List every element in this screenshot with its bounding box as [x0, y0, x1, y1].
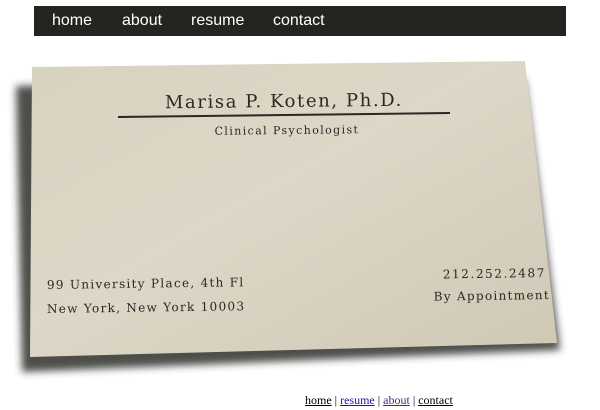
footer-about-link[interactable]: about: [383, 393, 410, 407]
business-card-image: Marisa P. Koten, Ph.D. Clinical Psycholo…: [16, 61, 560, 372]
card-title: Clinical Psychologist: [215, 123, 360, 138]
business-card-photo: Marisa P. Koten, Ph.D. Clinical Psycholo…: [0, 0, 600, 410]
footer-home-link[interactable]: home: [305, 393, 332, 407]
card-availability: By Appointment: [434, 288, 550, 304]
footer-nav: home | resume | about | contact: [305, 393, 453, 408]
footer-separator: |: [377, 393, 381, 407]
card-address-line1: 99 University Place, 4th Fl: [47, 275, 245, 292]
footer-separator: |: [412, 393, 416, 407]
card-name: Marisa P. Koten, Ph.D.: [165, 90, 403, 113]
footer-contact-link[interactable]: contact: [418, 393, 453, 407]
card-address-line2: New York, New York 10003: [47, 299, 246, 316]
footer-resume-link[interactable]: resume: [340, 393, 375, 407]
card-phone: 212.252.2487: [443, 266, 546, 281]
footer-separator: |: [334, 393, 338, 407]
